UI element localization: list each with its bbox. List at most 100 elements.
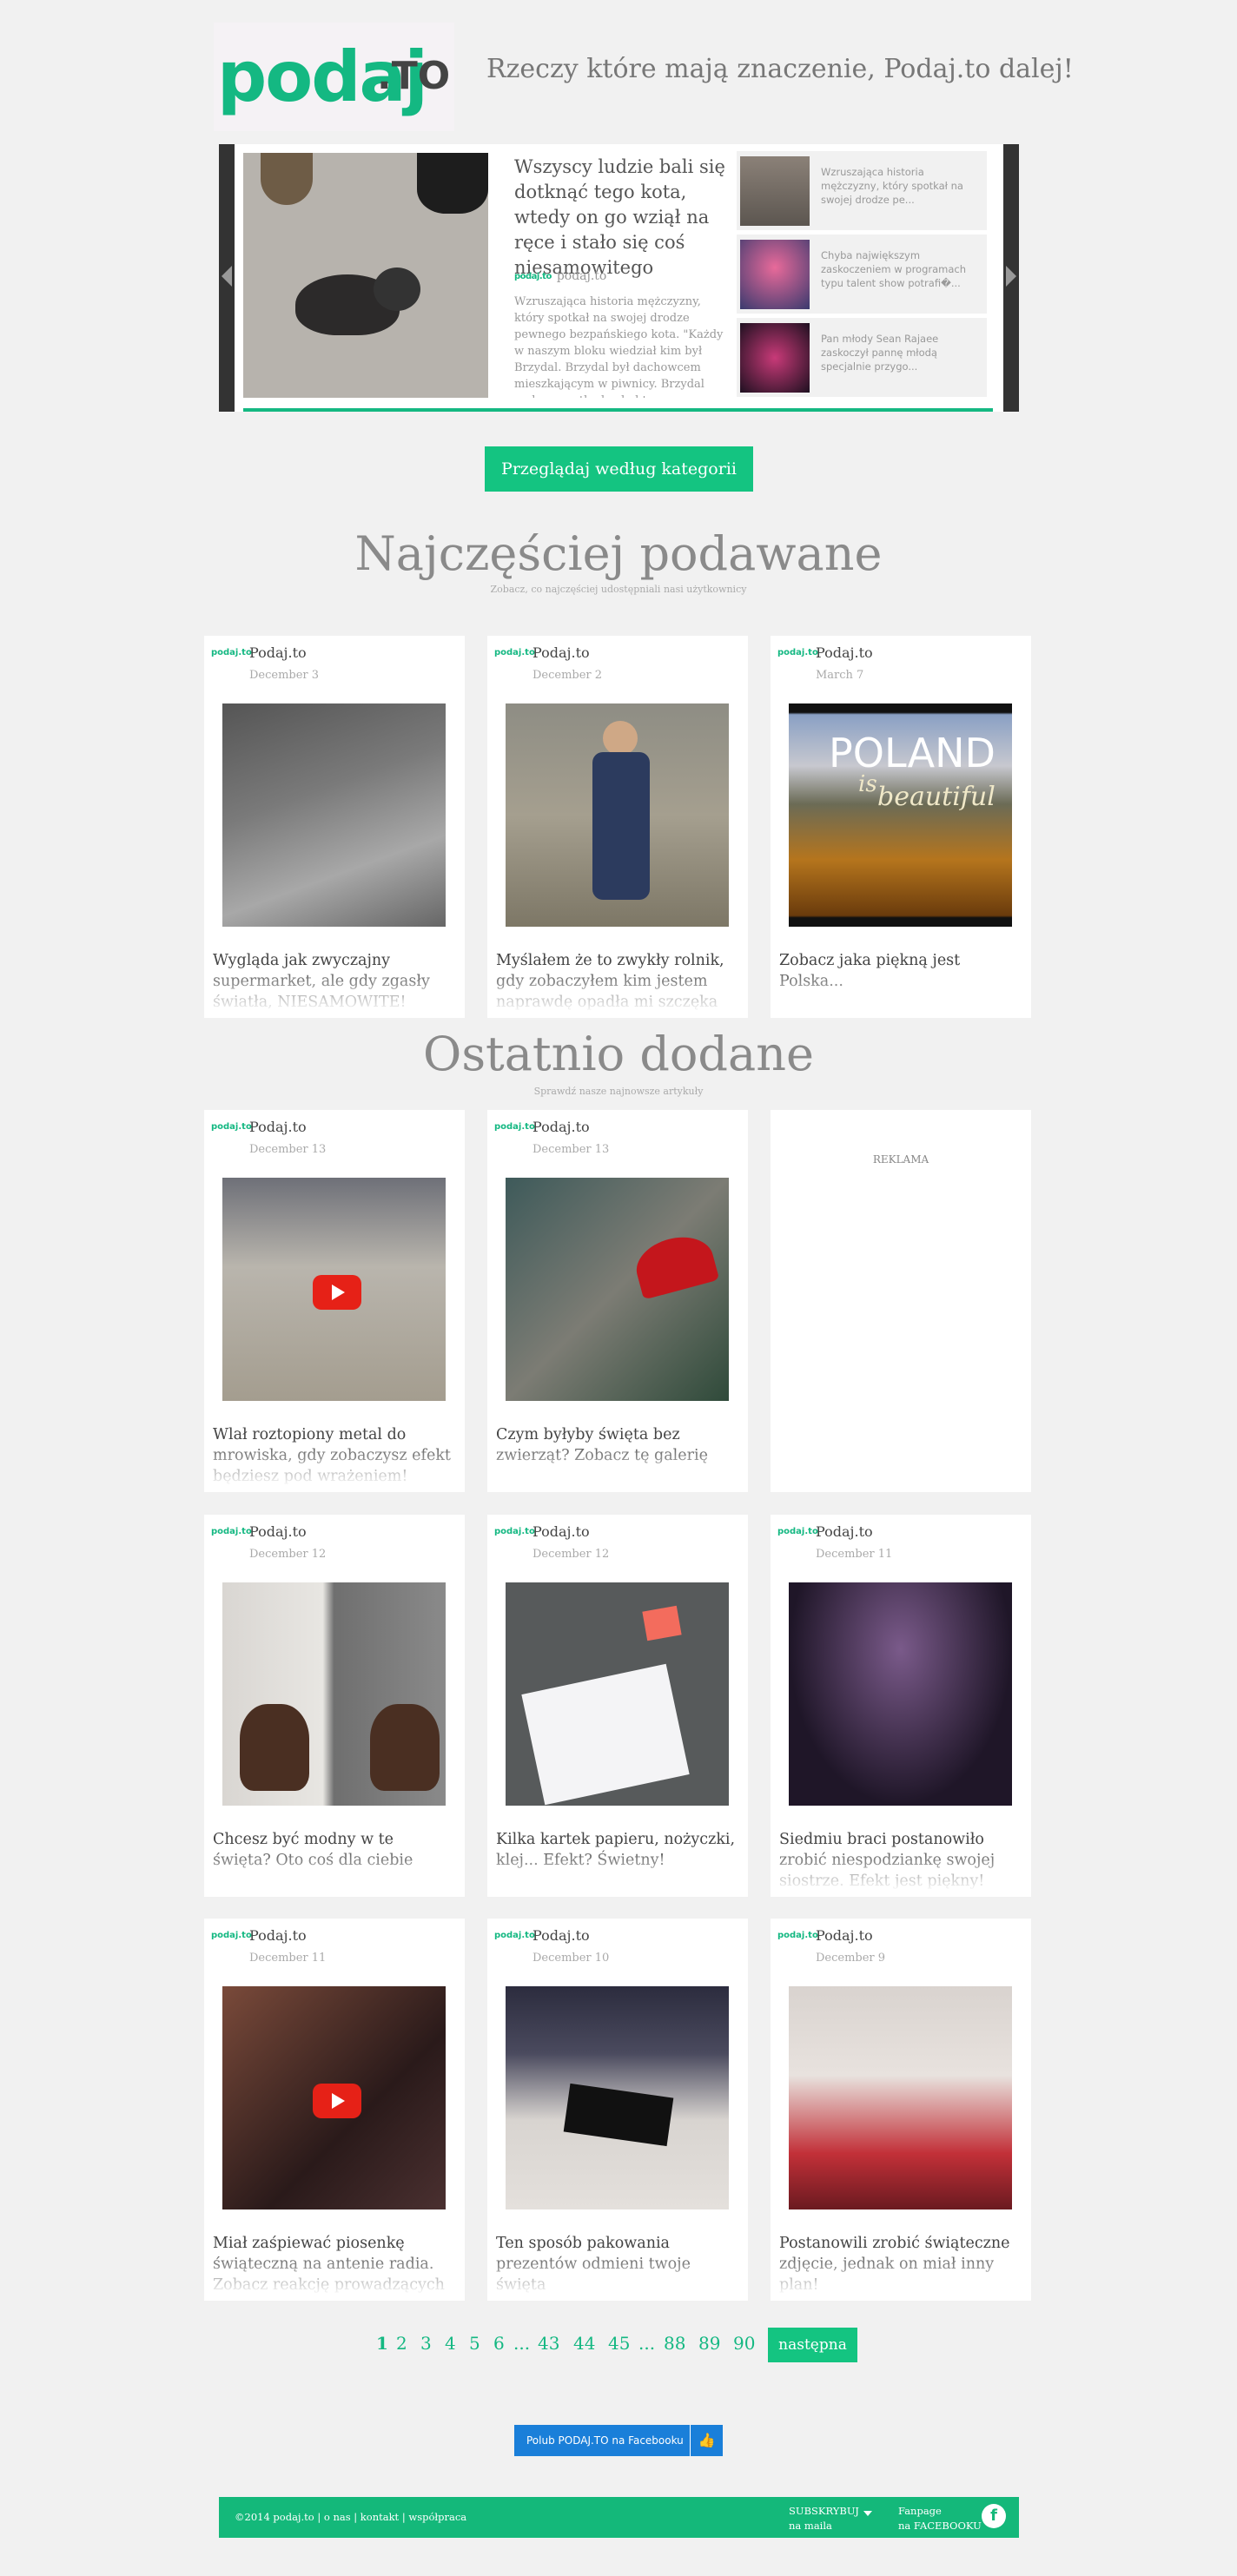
- card-date: December 11: [816, 1548, 893, 1561]
- card-author[interactable]: Podaj.to: [533, 1927, 590, 1944]
- page-link[interactable]: 6: [493, 2333, 505, 2354]
- chevron-down-icon[interactable]: [863, 2511, 872, 2516]
- site-tagline: Rzeczy które mają znaczenie, Podaj.to da…: [486, 54, 1074, 84]
- facebook-icon[interactable]: f: [982, 2504, 1006, 2528]
- card-logo-icon: podaj.to: [211, 1527, 252, 1536]
- fanpage-link[interactable]: Fanpage na FACEBOOKU: [898, 2504, 982, 2533]
- article-card[interactable]: podaj.to Podaj.to December 13 Czym byłyb…: [487, 1110, 748, 1492]
- article-card[interactable]: podaj.to Podaj.to December 12 Chcesz być…: [204, 1515, 465, 1897]
- source-logo-icon: podaj.to: [514, 271, 552, 281]
- card-author[interactable]: Podaj.to: [816, 1523, 873, 1540]
- card-image[interactable]: [222, 1178, 446, 1401]
- facebook-like-button[interactable]: Polub PODAJ.TO na Facebooku 👍: [514, 2425, 723, 2456]
- page-link[interactable]: 4: [445, 2333, 456, 2354]
- next-page-button[interactable]: następna: [768, 2328, 857, 2362]
- page-link[interactable]: 5: [469, 2333, 480, 2354]
- card-image[interactable]: [222, 703, 446, 927]
- side-thumbnail: [740, 323, 810, 393]
- subscribe-line2: na maila: [789, 2520, 832, 2532]
- page-link[interactable]: 88: [664, 2333, 685, 2354]
- popular-section-subtitle: Zobacz, co najczęściej udostępniali nasi…: [490, 584, 747, 595]
- card-image[interactable]: [506, 1582, 729, 1806]
- chevron-left-icon[interactable]: [222, 266, 232, 287]
- card-author[interactable]: Podaj.to: [816, 644, 873, 661]
- page-link-current[interactable]: 1: [376, 2333, 388, 2354]
- page-link[interactable]: 3: [420, 2333, 432, 2354]
- card-logo-icon: podaj.to: [777, 1931, 818, 1940]
- article-card[interactable]: podaj.to Podaj.to December 11 Miał zaśpi…: [204, 1919, 465, 2301]
- card-image[interactable]: [789, 1582, 1012, 1806]
- card-author[interactable]: Podaj.to: [249, 644, 307, 661]
- card-author[interactable]: Podaj.to: [533, 1523, 590, 1540]
- featured-title[interactable]: Wszyscy ludzie bali się dotknąć tego kot…: [514, 155, 731, 281]
- article-card[interactable]: podaj.to Podaj.to March 7 POLAND is beau…: [771, 636, 1031, 1018]
- popular-section-title: Najczęściej podawane: [354, 526, 883, 581]
- chevron-right-icon[interactable]: [1006, 266, 1016, 287]
- side-item-text: Pan młody Sean Rajaee zaskoczył pannę mł…: [821, 333, 939, 373]
- article-card[interactable]: podaj.to Podaj.to December 11 Siedmiu br…: [771, 1515, 1031, 1897]
- slider-side-item[interactable]: Chyba największym zaskoczeniem w program…: [737, 234, 987, 314]
- page-link[interactable]: 90: [733, 2333, 755, 2354]
- subscribe-email-link[interactable]: SUBSKRYBUJ na maila: [789, 2504, 859, 2533]
- card-logo-icon: podaj.to: [494, 1527, 535, 1536]
- page-link[interactable]: 44: [573, 2333, 595, 2354]
- card-logo-icon: podaj.to: [211, 1122, 252, 1132]
- site-logo[interactable]: podaj .TO: [214, 23, 454, 131]
- slider-side-item[interactable]: Wzruszająca historia mężczyzny, który sp…: [737, 151, 987, 230]
- recent-section-title: Ostatnio dodane: [423, 1027, 814, 1081]
- article-card[interactable]: podaj.to Podaj.to December 3 Wygląda jak…: [204, 636, 465, 1018]
- card-author[interactable]: Podaj.to: [249, 1927, 307, 1944]
- page-link[interactable]: 45: [608, 2333, 630, 2354]
- article-card[interactable]: podaj.to Podaj.to December 13 Wlał rozto…: [204, 1110, 465, 1492]
- page-link[interactable]: 43: [538, 2333, 559, 2354]
- featured-source: podaj.to podaj.to: [514, 269, 606, 283]
- card-date: December 3: [249, 669, 320, 682]
- ad-label: REKLAMA: [872, 1153, 929, 1166]
- youtube-play-icon[interactable]: [313, 2084, 361, 2118]
- slider-side-item[interactable]: Pan młody Sean Rajaee zaskoczył pannę mł…: [737, 318, 987, 397]
- card-image[interactable]: [222, 1582, 446, 1806]
- card-logo-icon: podaj.to: [777, 1527, 818, 1536]
- image-text-is: is: [858, 771, 877, 797]
- card-image[interactable]: [506, 703, 729, 927]
- card-date: December 10: [533, 1952, 610, 1965]
- card-image[interactable]: POLAND is beautiful: [789, 703, 1012, 927]
- card-author[interactable]: Podaj.to: [533, 1119, 590, 1135]
- card-image[interactable]: [506, 1986, 729, 2209]
- card-date: March 7: [816, 669, 864, 682]
- side-thumbnail: [740, 240, 810, 309]
- side-thumbnail: [740, 156, 810, 226]
- subscribe-line1: SUBSKRYBUJ: [789, 2505, 859, 2517]
- card-image[interactable]: [789, 1986, 1012, 2209]
- page-link[interactable]: 2: [396, 2333, 407, 2354]
- fanpage-line2: na FACEBOOKU: [898, 2520, 982, 2532]
- advertisement-slot[interactable]: REKLAMA: [771, 1110, 1031, 1492]
- article-card[interactable]: podaj.to Podaj.to December 9 Postanowili…: [771, 1919, 1031, 2301]
- card-author[interactable]: Podaj.to: [249, 1523, 307, 1540]
- youtube-play-icon[interactable]: [313, 1275, 361, 1310]
- footer: ©2014 podaj.to | o nas | kontakt | współ…: [219, 2497, 1019, 2538]
- page-ellipsis: ...: [513, 2333, 531, 2354]
- card-logo-icon: podaj.to: [494, 1122, 535, 1132]
- card-author[interactable]: Podaj.to: [249, 1119, 307, 1135]
- card-author[interactable]: Podaj.to: [816, 1927, 873, 1944]
- card-author[interactable]: Podaj.to: [533, 644, 590, 661]
- article-card[interactable]: podaj.to Podaj.to December 12 Kilka kart…: [487, 1515, 748, 1897]
- card-date: December 12: [249, 1548, 327, 1561]
- recent-section-subtitle: Sprawdź nasze najnowsze artykuły: [533, 1086, 704, 1097]
- card-date: December 13: [249, 1143, 327, 1156]
- browse-categories-button[interactable]: Przeglądaj według kategorii: [485, 446, 753, 492]
- article-card[interactable]: podaj.to Podaj.to December 2 Myślałem że…: [487, 636, 748, 1018]
- side-item-text: Wzruszająca historia mężczyzny, który sp…: [821, 166, 963, 206]
- card-image[interactable]: [222, 1986, 446, 2209]
- footer-links[interactable]: ©2014 podaj.to | o nas | kontakt | współ…: [235, 2511, 466, 2523]
- featured-source-label: podaj.to: [556, 269, 607, 283]
- card-image[interactable]: [506, 1178, 729, 1401]
- article-card[interactable]: podaj.to Podaj.to December 10 Ten sposób…: [487, 1919, 748, 2301]
- card-date: December 2: [533, 669, 603, 682]
- page-link[interactable]: 89: [698, 2333, 720, 2354]
- card-logo-icon: podaj.to: [211, 648, 252, 657]
- featured-image[interactable]: [243, 153, 488, 398]
- pagination: 1 2 3 4 5 6 ... 43 44 45 ... 88 89 90 na…: [0, 2328, 1237, 2362]
- thumbs-up-icon: 👍: [690, 2425, 723, 2456]
